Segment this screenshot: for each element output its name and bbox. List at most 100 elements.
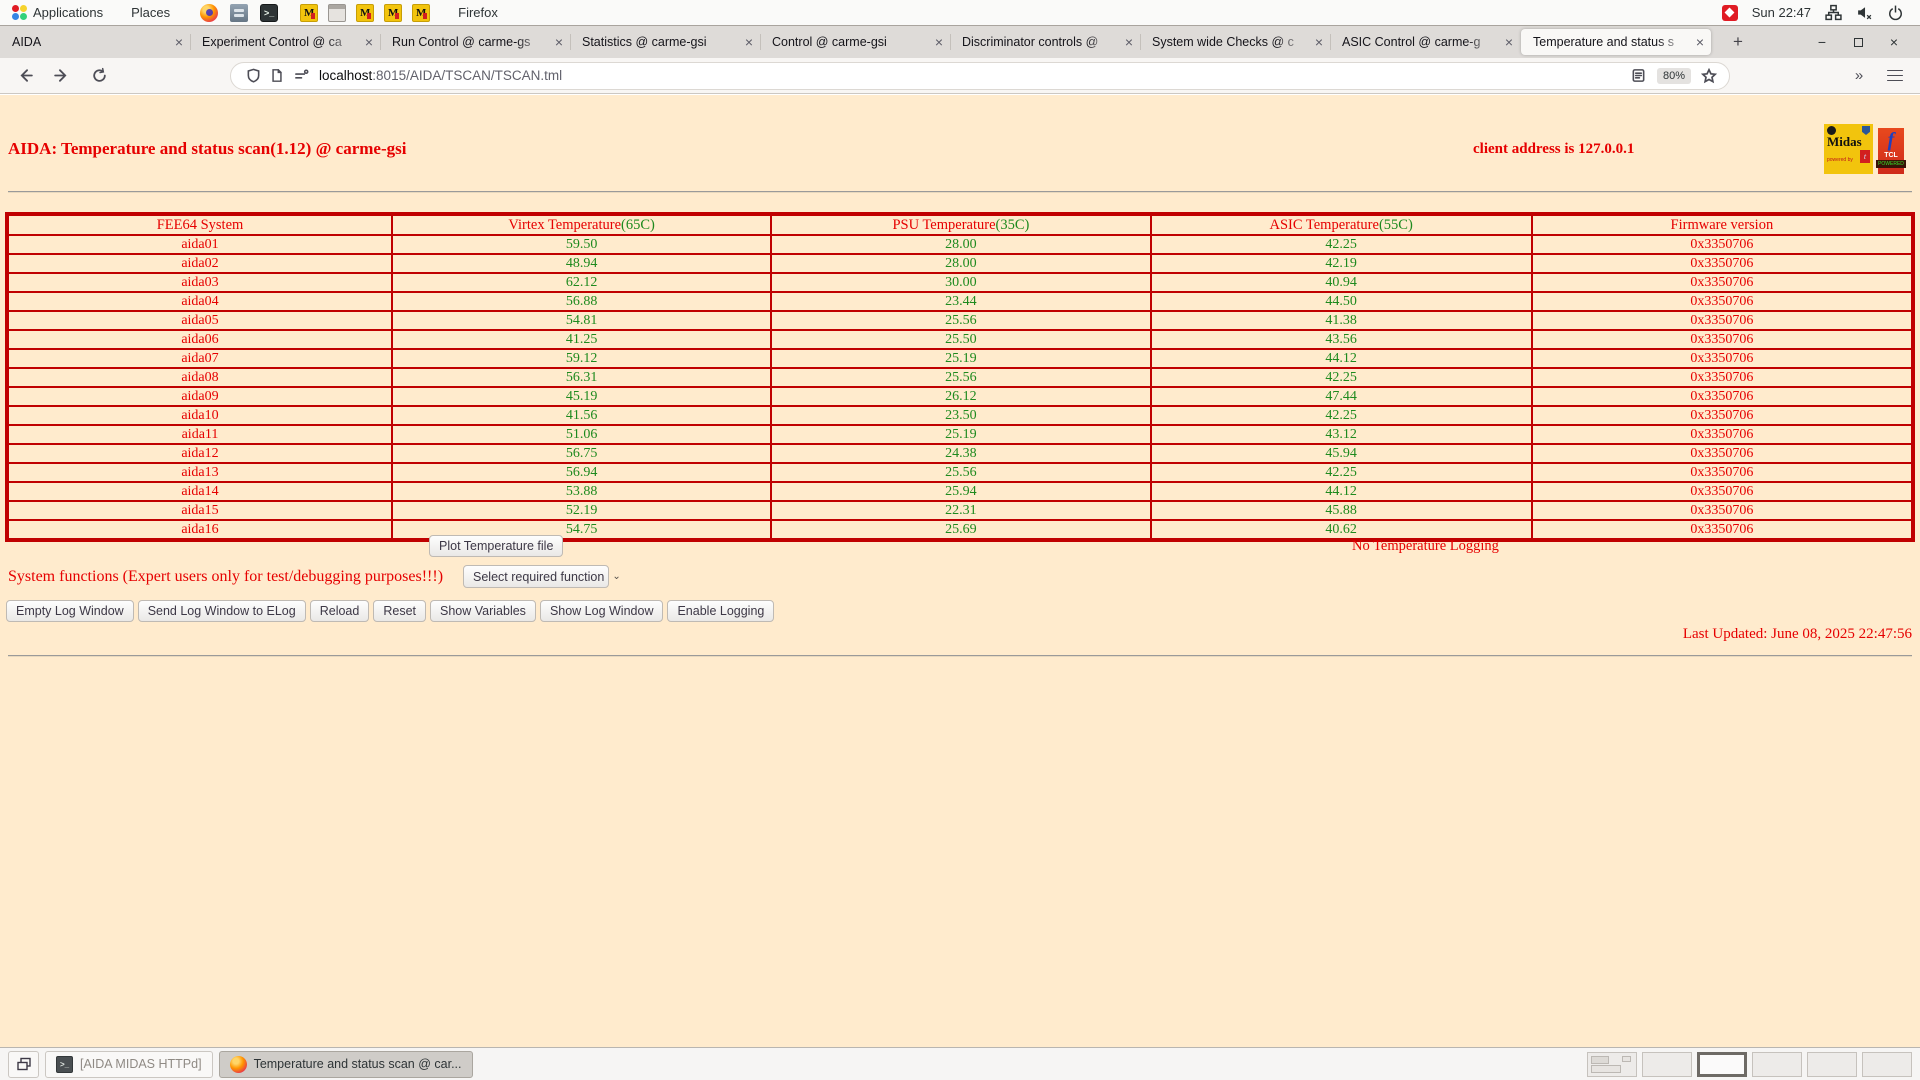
table-cell: 0x3350706 bbox=[1530, 367, 1915, 388]
tab-title: AIDA bbox=[12, 35, 42, 49]
table-header-row: FEE64 System Virtex Temperature(65C) PSU T… bbox=[6, 213, 1915, 236]
network-icon[interactable] bbox=[1825, 4, 1842, 21]
new-tab-button[interactable]: + bbox=[1724, 26, 1752, 58]
workspace-4[interactable] bbox=[1752, 1051, 1802, 1077]
table-cell: aida13 bbox=[6, 462, 393, 483]
tab-close-icon[interactable]: × bbox=[175, 35, 183, 49]
workspace-5[interactable] bbox=[1807, 1051, 1857, 1077]
firefox-launcher-icon[interactable] bbox=[200, 3, 219, 22]
mini-window bbox=[1622, 1055, 1631, 1062]
taskbar-window-button[interactable]: >_ [AIDA MIDAS HTTPd] bbox=[45, 1050, 213, 1078]
table-cell: 25.56 bbox=[770, 310, 1152, 331]
column-header: Virtex Temperature(65C) bbox=[390, 213, 773, 236]
action-button[interactable]: Enable Logging bbox=[667, 600, 775, 622]
tab-close-icon[interactable]: × bbox=[365, 35, 373, 49]
terminal-icon: >_ bbox=[56, 1055, 73, 1073]
clock[interactable]: Sun 22:47 bbox=[1752, 5, 1811, 20]
table-cell: 26.12 bbox=[770, 386, 1152, 407]
tab-close-icon[interactable]: × bbox=[1315, 35, 1323, 49]
browser-tab[interactable]: Temperature and status s × bbox=[1521, 29, 1711, 55]
midas-launcher-icon[interactable]: M bbox=[300, 3, 319, 22]
midas-launcher-icon[interactable]: M bbox=[356, 3, 375, 22]
function-select[interactable]: Select required function ⌄ bbox=[463, 565, 621, 588]
workspace-3[interactable] bbox=[1697, 1051, 1747, 1077]
back-button[interactable] bbox=[12, 63, 38, 89]
tab-close-icon[interactable]: × bbox=[745, 35, 753, 49]
taskbar-window-button[interactable]: Temperature and status scan @ car... bbox=[218, 1050, 473, 1078]
workspace-2[interactable] bbox=[1642, 1051, 1692, 1077]
midas-launcher-icon[interactable]: M bbox=[412, 3, 431, 22]
table-cell: 62.12 bbox=[390, 272, 773, 293]
browser-tab[interactable]: Control @ carme-gsi × bbox=[760, 26, 950, 58]
shield-icon[interactable] bbox=[241, 63, 265, 89]
action-button[interactable]: Show Log Window bbox=[539, 600, 664, 622]
temperature-table: FEE64 System Virtex Temperature(65C) PSU T… bbox=[5, 212, 1915, 542]
action-button[interactable]: Show Variables bbox=[430, 600, 536, 622]
header-limit: (55C) bbox=[1378, 216, 1413, 233]
window-launcher-icon[interactable] bbox=[328, 3, 347, 22]
maximize-button[interactable] bbox=[1844, 29, 1872, 55]
notification-badge-icon[interactable] bbox=[1721, 4, 1738, 21]
zoom-level-chip[interactable]: 80% bbox=[1656, 67, 1691, 84]
tab-close-icon[interactable]: × bbox=[555, 35, 563, 49]
app-menu-icon[interactable] bbox=[1882, 63, 1908, 89]
page-info-icon[interactable] bbox=[265, 63, 289, 89]
close-window-button[interactable]: × bbox=[1880, 29, 1908, 55]
browser-tab[interactable]: Experiment Control @ ca × bbox=[190, 26, 380, 58]
files-launcher-icon[interactable] bbox=[230, 3, 249, 22]
table-cell: 0x3350706 bbox=[1530, 519, 1915, 541]
power-icon[interactable] bbox=[1887, 4, 1904, 21]
workspace-1[interactable] bbox=[1587, 1051, 1637, 1077]
action-button[interactable]: Empty Log Window bbox=[6, 600, 134, 622]
forward-button[interactable] bbox=[48, 63, 74, 89]
browser-tab[interactable]: AIDA × bbox=[0, 26, 190, 58]
table-row: aida15 52.19 22.31 45.88 0x3350706 bbox=[6, 500, 1915, 521]
table-cell: aida03 bbox=[6, 272, 393, 293]
bookmark-star-icon[interactable] bbox=[1697, 63, 1721, 89]
permissions-icon[interactable] bbox=[289, 63, 313, 89]
table-cell: 41.25 bbox=[390, 329, 773, 350]
terminal-launcher-icon[interactable]: >_ bbox=[260, 3, 279, 22]
workspace-6[interactable] bbox=[1862, 1051, 1912, 1077]
system-functions-label: System functions (Expert users only for … bbox=[8, 568, 444, 585]
browser-tab[interactable]: System wide Checks @ c × bbox=[1140, 26, 1330, 58]
applications-menu[interactable]: Applications bbox=[29, 0, 107, 25]
tab-close-icon[interactable]: × bbox=[1696, 35, 1704, 49]
maximize-icon bbox=[1853, 37, 1863, 47]
midas-logo: Midas powered by t bbox=[1824, 124, 1873, 174]
window-list-button[interactable] bbox=[8, 1050, 39, 1078]
table-cell: 44.50 bbox=[1149, 291, 1533, 312]
table-row: aida03 62.12 30.00 40.94 0x3350706 bbox=[6, 272, 1915, 293]
table-row: aida02 48.94 28.00 42.19 0x3350706 bbox=[6, 253, 1915, 274]
places-menu[interactable]: Places bbox=[127, 0, 174, 25]
midas-launcher-icon[interactable]: M bbox=[384, 3, 403, 22]
table-cell: 42.19 bbox=[1149, 253, 1533, 274]
overflow-menu-icon[interactable]: » bbox=[1846, 63, 1872, 89]
reader-mode-icon[interactable] bbox=[1627, 63, 1651, 89]
plot-temperature-button[interactable]: Plot Temperature file bbox=[429, 535, 564, 557]
url-bar[interactable]: localhost:8015/AIDA/TSCAN/TSCAN.tml 80% bbox=[230, 61, 1730, 90]
browser-tab[interactable]: Run Control @ carme-gs × bbox=[380, 26, 570, 58]
volume-muted-icon[interactable] bbox=[1856, 4, 1873, 21]
tab-close-icon[interactable]: × bbox=[1505, 35, 1513, 49]
minimize-button[interactable]: − bbox=[1808, 29, 1836, 55]
tab-close-icon[interactable]: × bbox=[935, 35, 943, 49]
taskbar-window-list: >_ [AIDA MIDAS HTTPd] Temperature and stat… bbox=[39, 1050, 473, 1078]
table-cell: 42.25 bbox=[1149, 234, 1533, 255]
reload-button[interactable] bbox=[86, 63, 112, 89]
table-cell: aida12 bbox=[6, 443, 393, 464]
midas-logo-shield-icon bbox=[1862, 126, 1870, 135]
browser-tab[interactable]: Discriminator controls @ × bbox=[950, 26, 1140, 58]
browser-tab[interactable]: ASIC Control @ carme-g × bbox=[1330, 26, 1520, 58]
table-cell: 23.50 bbox=[770, 405, 1152, 426]
tab-close-icon[interactable]: × bbox=[1125, 35, 1133, 49]
table-row: aida05 54.81 25.56 41.38 0x3350706 bbox=[6, 310, 1915, 331]
table-cell: 30.00 bbox=[770, 272, 1152, 293]
browser-tab[interactable]: Statistics @ carme-gsi × bbox=[570, 26, 760, 58]
header-label: ASIC Temperature bbox=[1269, 216, 1379, 233]
table-cell: 56.31 bbox=[390, 367, 773, 388]
action-button[interactable]: Send Log Window to ELog bbox=[137, 600, 306, 622]
header-limit: (35C) bbox=[995, 216, 1030, 233]
action-button[interactable]: Reset bbox=[373, 600, 426, 622]
action-button[interactable]: Reload bbox=[309, 600, 370, 622]
